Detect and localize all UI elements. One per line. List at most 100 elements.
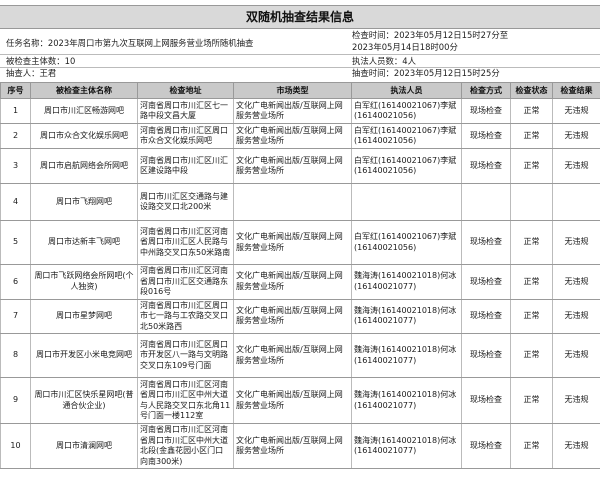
cell-entity-name: 周口市星梦网吧 <box>30 299 138 334</box>
cell-officers <box>351 183 462 221</box>
check-time-value-1: 2023年05月12日15时27分至 <box>393 30 509 40</box>
cell-address: 河南省周口市川汇区河南省周口市川汇区中州大道北段(金鑫花园小区门口向南300米) <box>137 423 234 469</box>
cell-method: 现场检查 <box>461 299 511 334</box>
cell-market-type: 文化广电新闻出版/互联网上网服务营业场所 <box>233 264 352 300</box>
cell-status: 正常 <box>510 123 553 149</box>
draw-time-label: 抽查时间： <box>352 68 394 78</box>
col-header-result: 检查结果 <box>552 82 600 99</box>
cell-entity-name: 周口市飞跃网络会所网吧(个人独资) <box>30 264 138 300</box>
cell-market-type: 文化广电新闻出版/互联网上网服务营业场所 <box>233 123 352 149</box>
page-title: 双随机抽查结果信息 <box>0 5 600 29</box>
cell-entity-name: 周口市达新丰飞网吧 <box>30 220 138 265</box>
cell-officers: 魏海涛(16140021018)何冰(16140021077) <box>351 377 462 424</box>
cell-address: 河南省周口市川汇区周口市众合文化娱乐网吧 <box>137 123 234 149</box>
inspected-count-label: 被检查主体数： <box>6 56 65 66</box>
meta-divider-2 <box>0 67 600 68</box>
table-row: 4 周口市飞翔网吧 周口市川汇区交通路与建设路交叉口北200米 <box>0 183 600 221</box>
table-header-row: 序号 被检查主体名称 检查地址 市场类型 执法人员 检查方式 检查状态 检查结果 <box>0 82 600 99</box>
table-row: 9 周口市川汇区快乐星网吧(普通合伙企业) 河南省周口市川汇区河南省周口市川汇区… <box>0 377 600 424</box>
table-row: 2 周口市众合文化娱乐网吧 河南省周口市川汇区周口市众合文化娱乐网吧 文化广电新… <box>0 123 600 149</box>
cell-address: 周口市川汇区交通路与建设路交叉口北200米 <box>137 183 234 221</box>
cell-entity-name: 周口市川汇区畅游网吧 <box>30 98 138 124</box>
table-row: 3 周口市启航网络会所网吧 河南省周口市川汇区川汇区建设路中段 文化广电新闻出版… <box>0 148 600 184</box>
cell-result: 无违规 <box>552 98 600 124</box>
cell-status: 正常 <box>510 423 553 469</box>
cell-index: 6 <box>0 264 31 300</box>
cell-officers: 魏海涛(16140021018)何冰(16140021077) <box>351 264 462 300</box>
check-time-value-2: 2023年05月14日18时00分 <box>352 42 458 52</box>
cell-method: 现场检查 <box>461 220 511 265</box>
cell-address: 河南省周口市川汇区河南省周口市川汇区中州大道与人民路交叉口东北角11号门面一楼1… <box>137 377 234 424</box>
cell-market-type: 文化广电新闻出版/互联网上网服务营业场所 <box>233 377 352 424</box>
table-row: 6 周口市飞跃网络会所网吧(个人独资) 河南省周口市川汇区河南省周口市川汇区交通… <box>0 264 600 300</box>
cell-officers: 白军红(16140021067)李斌(16140021056) <box>351 220 462 265</box>
cell-officers: 白军红(16140021067)李斌(16140021056) <box>351 123 462 149</box>
cell-market-type: 文化广电新闻出版/互联网上网服务营业场所 <box>233 423 352 469</box>
table-row: 10 周口市清澜网吧 河南省周口市川汇区河南省周口市川汇区中州大道北段(金鑫花园… <box>0 423 600 469</box>
cell-status: 正常 <box>510 264 553 300</box>
recorder-field: 抽查人：王君 <box>6 68 56 79</box>
cell-result: 无违规 <box>552 423 600 469</box>
cell-status: 正常 <box>510 299 553 334</box>
cell-entity-name: 周口市清澜网吧 <box>30 423 138 469</box>
cell-status: 正常 <box>510 377 553 424</box>
cell-status: 正常 <box>510 220 553 265</box>
cell-entity-name: 周口市飞翔网吧 <box>30 183 138 221</box>
col-header-market-type: 市场类型 <box>233 82 352 99</box>
check-time-field: 检查时间：2023年05月12日15时27分至 <box>352 30 508 41</box>
cell-entity-name: 周口市川汇区快乐星网吧(普通合伙企业) <box>30 377 138 424</box>
table-row: 1 周口市川汇区畅游网吧 河南省周口市川汇区七一路中段文昌大厦 文化广电新闻出版… <box>0 98 600 124</box>
cell-officers: 魏海涛(16140021018)何冰(16140021077) <box>351 333 462 378</box>
cell-result: 无违规 <box>552 123 600 149</box>
cell-method: 现场检查 <box>461 377 511 424</box>
draw-time-value: 2023年05月12日15时25分 <box>393 68 500 78</box>
cell-index: 9 <box>0 377 31 424</box>
table-row: 8 周口市开发区小米电竞网吧 河南省周口市川汇区周口市开发区八一路与文明路交叉口… <box>0 333 600 378</box>
cell-status <box>510 183 553 221</box>
cell-market-type: 文化广电新闻出版/互联网上网服务营业场所 <box>233 220 352 265</box>
cell-address: 河南省周口市川汇区河南省周口市川汇区人民路与中州路交叉口东50米路南 <box>137 220 234 265</box>
task-name-label: 任务名称： <box>6 38 48 48</box>
cell-method: 现场检查 <box>461 333 511 378</box>
results-table: 序号 被检查主体名称 检查地址 市场类型 执法人员 检查方式 检查状态 检查结果… <box>0 82 600 469</box>
task-name-field: 任务名称：2023年周口市第九次互联网上网服务营业场所随机抽查 <box>6 38 253 49</box>
cell-index: 10 <box>0 423 31 469</box>
cell-address: 河南省周口市川汇区周口市开发区八一路与文明路交叉口东109号门面 <box>137 333 234 378</box>
cell-officers: 魏海涛(16140021018)何冰(16140021077) <box>351 423 462 469</box>
cell-method: 现场检查 <box>461 264 511 300</box>
cell-market-type: 文化广电新闻出版/互联网上网服务营业场所 <box>233 333 352 378</box>
inspected-count-value: 10 <box>64 56 76 66</box>
staff-count-label: 执法人员数： <box>352 56 403 66</box>
cell-entity-name: 周口市开发区小米电竞网吧 <box>30 333 138 378</box>
check-time-field-2: 2023年05月14日18时00分 <box>352 42 458 53</box>
col-header-status: 检查状态 <box>510 82 553 99</box>
cell-index: 2 <box>0 123 31 149</box>
table-row: 5 周口市达新丰飞网吧 河南省周口市川汇区河南省周口市川汇区人民路与中州路交叉口… <box>0 220 600 265</box>
col-header-entity-name: 被检查主体名称 <box>30 82 138 99</box>
cell-method: 现场检查 <box>461 98 511 124</box>
cell-market-type: 文化广电新闻出版/互联网上网服务营业场所 <box>233 148 352 184</box>
inspected-count-field: 被检查主体数：10 <box>6 56 75 67</box>
cell-address: 河南省周口市川汇区七一路中段文昌大厦 <box>137 98 234 124</box>
cell-status: 正常 <box>510 333 553 378</box>
cell-method <box>461 183 511 221</box>
cell-result: 无违规 <box>552 148 600 184</box>
table-row: 7 周口市星梦网吧 河南省周口市川汇区周口市七一路与工农路交叉口北50米路西 文… <box>0 299 600 334</box>
check-time-label: 检查时间： <box>352 30 394 40</box>
cell-market-type <box>233 183 352 221</box>
cell-result: 无违规 <box>552 220 600 265</box>
cell-officers: 白军红(16140021067)李斌(16140021056) <box>351 98 462 124</box>
results-sheet: 双随机抽查结果信息 任务名称：2023年周口市第九次互联网上网服务营业场所随机抽… <box>0 0 600 491</box>
cell-officers: 魏海涛(16140021018)何冰(16140021077) <box>351 299 462 334</box>
cell-address: 河南省周口市川汇区河南省周口市川汇区交通路东段016号 <box>137 264 234 300</box>
col-header-address: 检查地址 <box>137 82 234 99</box>
cell-method: 现场检查 <box>461 423 511 469</box>
cell-entity-name: 周口市启航网络会所网吧 <box>30 148 138 184</box>
cell-result: 无违规 <box>552 333 600 378</box>
recorder-value: 王君 <box>39 68 57 78</box>
cell-method: 现场检查 <box>461 148 511 184</box>
cell-index: 8 <box>0 333 31 378</box>
cell-address: 河南省周口市川汇区周口市七一路与工农路交叉口北50米路西 <box>137 299 234 334</box>
cell-entity-name: 周口市众合文化娱乐网吧 <box>30 123 138 149</box>
col-header-method: 检查方式 <box>461 82 511 99</box>
